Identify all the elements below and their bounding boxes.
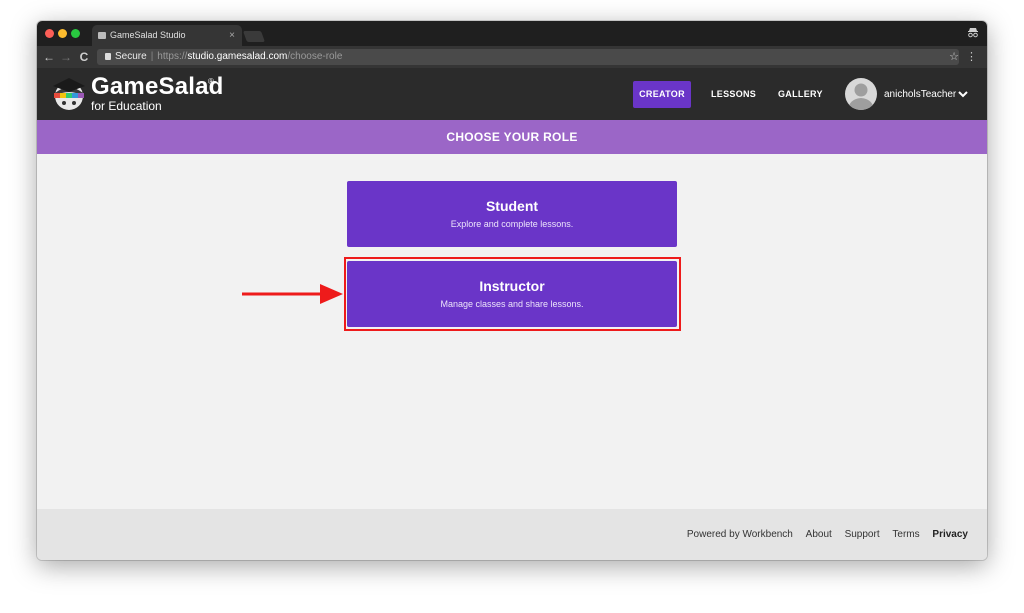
address-bar[interactable]: Secure | https://studio.gamesalad.com/choo… xyxy=(97,49,959,65)
instructor-role-description: Manage classes and share lessons. xyxy=(440,299,584,309)
instructor-role-button[interactable]: Instructor Manage classes and share less… xyxy=(347,261,677,327)
footer-links: Powered by Workbench About Support Terms… xyxy=(677,509,968,560)
forward-button[interactable]: → xyxy=(59,49,73,65)
browser-tab[interactable]: GameSalad Studio × xyxy=(92,25,242,46)
bookmark-star-icon[interactable]: ☆ xyxy=(949,49,959,65)
chevron-down-icon[interactable] xyxy=(957,88,969,100)
nav-creator-button[interactable]: CREATOR xyxy=(633,81,691,108)
minimize-window-button[interactable] xyxy=(58,29,67,38)
powered-by-link[interactable]: Powered by Workbench xyxy=(687,529,793,540)
footer-terms-link[interactable]: Terms xyxy=(892,529,919,540)
reload-button[interactable]: C xyxy=(77,49,91,65)
tab-strip: GameSalad Studio × xyxy=(37,21,987,46)
brand-registered-mark: ® xyxy=(208,77,214,86)
nav-gallery-link[interactable]: GALLERY xyxy=(778,81,823,108)
page-footer: Powered by Workbench About Support Terms… xyxy=(37,509,987,560)
url-host: studio.gamesalad.com xyxy=(187,51,288,62)
browser-window: GameSalad Studio × ← → C Secure | https://… xyxy=(37,21,987,560)
lock-icon xyxy=(105,53,111,60)
brand-name[interactable]: GameSalad xyxy=(91,74,224,100)
brand-subtitle: for Education xyxy=(91,99,162,113)
favicon-icon xyxy=(98,32,106,39)
url-separator: | xyxy=(150,51,154,62)
student-role-title: Student xyxy=(485,198,539,214)
footer-privacy-link[interactable]: Privacy xyxy=(932,529,968,540)
role-selection-area: Student Explore and complete lessons. In… xyxy=(37,154,987,509)
app-header: GameSalad ® for Education CREATOR LESSON… xyxy=(37,68,987,120)
browser-menu-icon[interactable]: ⋮ xyxy=(966,49,977,65)
page-banner: CHOOSE YOUR ROLE xyxy=(37,120,987,154)
user-avatar[interactable] xyxy=(845,78,877,110)
tab-title: GameSalad Studio xyxy=(110,30,186,40)
student-role-button[interactable]: Student Explore and complete lessons. xyxy=(347,181,677,247)
browser-toolbar: ← → C Secure | https://studio.gamesalad.co… xyxy=(37,46,987,68)
page-title: CHOOSE YOUR ROLE xyxy=(446,130,578,144)
instructor-role-title: Instructor xyxy=(479,278,545,294)
close-window-button[interactable] xyxy=(45,29,54,38)
new-tab-button[interactable] xyxy=(242,31,266,42)
url-path: /choose-role xyxy=(287,51,343,62)
red-arrow-annotation-icon xyxy=(242,284,343,304)
footer-support-link[interactable]: Support xyxy=(845,529,880,540)
gamesalad-logo-icon[interactable] xyxy=(51,76,87,112)
secure-label: Secure xyxy=(115,51,147,62)
student-role-description: Explore and complete lessons. xyxy=(450,219,574,229)
footer-about-link[interactable]: About xyxy=(806,529,832,540)
back-button[interactable]: ← xyxy=(42,49,56,65)
tab-close-icon[interactable]: × xyxy=(229,25,235,46)
incognito-icon xyxy=(968,28,978,38)
username-label[interactable]: anicholsTeacher xyxy=(884,81,956,108)
maximize-window-button[interactable] xyxy=(71,29,80,38)
default-avatar-icon xyxy=(848,83,874,110)
url-scheme: https:// xyxy=(157,51,188,62)
nav-lessons-link[interactable]: LESSONS xyxy=(711,81,756,108)
